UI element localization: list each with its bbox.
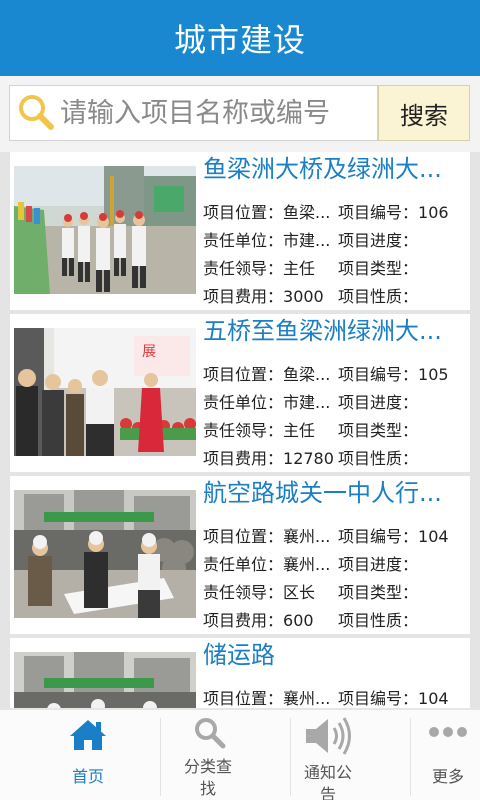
- project-photo: [14, 652, 196, 708]
- nav-more-label: 更多: [431, 767, 464, 786]
- project-nature: 项目性质：: [338, 449, 419, 468]
- project-location: 项目位置：襄州...: [203, 689, 331, 708]
- nav-category-search[interactable]: 分类查 找: [144, 710, 272, 800]
- project-progress: 项目进度：: [338, 555, 419, 574]
- search-box[interactable]: [9, 85, 378, 141]
- project-location: 项目位置：襄州...: [203, 527, 331, 546]
- nav-home[interactable]: 首页: [24, 710, 152, 800]
- project-photo: 展: [14, 328, 196, 456]
- project-card[interactable]: 展 五桥至鱼梁洲绿洲大... 项目位置：鱼梁... 项目编号：105 责任单位：…: [10, 314, 470, 472]
- project-unit: 责任单位：襄州...: [203, 555, 331, 574]
- nav-notice[interactable]: 通知公 告: [264, 710, 392, 800]
- home-icon: [68, 718, 108, 756]
- project-title[interactable]: 储运路: [203, 638, 467, 672]
- project-nature: 项目性质：: [338, 611, 419, 630]
- project-type: 项目类型：: [338, 421, 419, 440]
- nav-notice-label: 通知公 告: [303, 763, 352, 800]
- bottom-nav: 首页 分类查 找 通知公 告 更多: [0, 708, 480, 800]
- project-leader: 责任领导：区长: [203, 583, 316, 602]
- project-cost: 项目费用：600: [203, 611, 314, 630]
- project-title[interactable]: 鱼梁洲大桥及绿洲大...: [203, 152, 467, 186]
- project-photo: [14, 166, 196, 294]
- svg-text:展: 展: [142, 344, 156, 360]
- project-card[interactable]: 航空路城关一中人行... 项目位置：襄州... 项目编号：104 责任单位：襄州…: [10, 476, 470, 634]
- project-location: 项目位置：鱼梁...: [203, 365, 331, 384]
- more-icon: [428, 724, 468, 743]
- project-photo: [14, 490, 196, 618]
- nav-more[interactable]: 更多: [384, 710, 480, 800]
- project-code: 项目编号：106: [338, 203, 449, 222]
- project-progress: 项目进度：: [338, 231, 419, 250]
- search-icon: [192, 716, 226, 754]
- project-leader: 责任领导：主任: [203, 421, 316, 440]
- search-input[interactable]: [60, 97, 360, 129]
- project-card[interactable]: 储运路 项目位置：襄州... 项目编号：104: [10, 638, 470, 708]
- search-icon: [16, 93, 56, 133]
- project-title[interactable]: 航空路城关一中人行...: [203, 476, 467, 510]
- project-unit: 责任单位：市建...: [203, 231, 331, 250]
- app-header: 城市建设: [0, 0, 480, 76]
- page-title: 城市建设: [173, 21, 306, 59]
- project-cost: 项目费用：3000: [203, 287, 324, 306]
- nav-category-label: 分类查 找: [183, 757, 232, 798]
- project-nature: 项目性质：: [338, 287, 419, 306]
- search-bar: 搜索: [0, 76, 480, 152]
- project-code: 项目编号：104: [338, 527, 449, 546]
- project-progress: 项目进度：: [338, 393, 419, 412]
- project-leader: 责任领导：主任: [203, 259, 316, 278]
- project-type: 项目类型：: [338, 259, 419, 278]
- speaker-icon: [304, 716, 354, 760]
- project-location: 项目位置：鱼梁...: [203, 203, 331, 222]
- search-button[interactable]: 搜索: [378, 85, 470, 141]
- project-code: 项目编号：105: [338, 365, 449, 384]
- project-title[interactable]: 五桥至鱼梁洲绿洲大...: [203, 314, 467, 348]
- project-type: 项目类型：: [338, 583, 419, 602]
- project-cost: 项目费用：12780: [203, 449, 334, 468]
- project-unit: 责任单位：市建...: [203, 393, 331, 412]
- project-list: 鱼梁洲大桥及绿洲大... 项目位置：鱼梁... 项目编号：106 责任单位：市建…: [0, 152, 480, 708]
- project-card[interactable]: 鱼梁洲大桥及绿洲大... 项目位置：鱼梁... 项目编号：106 责任单位：市建…: [10, 152, 470, 310]
- nav-home-label: 首页: [71, 767, 104, 786]
- project-code: 项目编号：104: [338, 689, 449, 708]
